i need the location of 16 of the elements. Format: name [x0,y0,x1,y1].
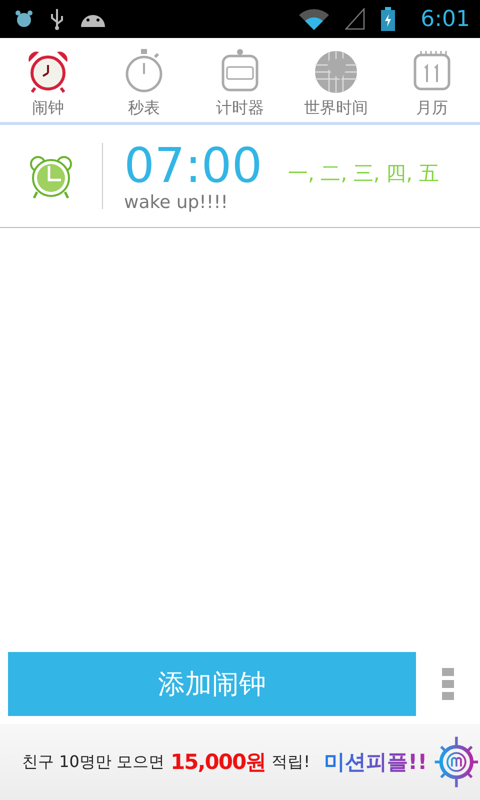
alarm-time: 07:00 [124,140,264,192]
add-alarm-button[interactable]: 添加闹钟 [8,652,416,716]
signal-icon [344,8,365,30]
ad-amount: 15,000원 [170,749,266,776]
globe-icon [313,48,359,94]
status-time: 6:01 [420,6,470,32]
wifi-icon [298,8,329,30]
ad-banner[interactable]: 친구 10명만 모으면 15,000원 적립! 미션피플!! [0,724,480,800]
alarm-days: 一, 二, 三, 四, 五 [288,160,439,186]
ad-text: 적립! [272,752,310,772]
menu-icon [442,668,454,700]
usb-icon [50,8,64,30]
alarm-label: wake up!!!! [124,192,230,212]
alarm-notification-icon [14,10,34,28]
battery-icon [380,7,395,31]
ad-text: 친구 10명만 모으면 [22,752,165,772]
